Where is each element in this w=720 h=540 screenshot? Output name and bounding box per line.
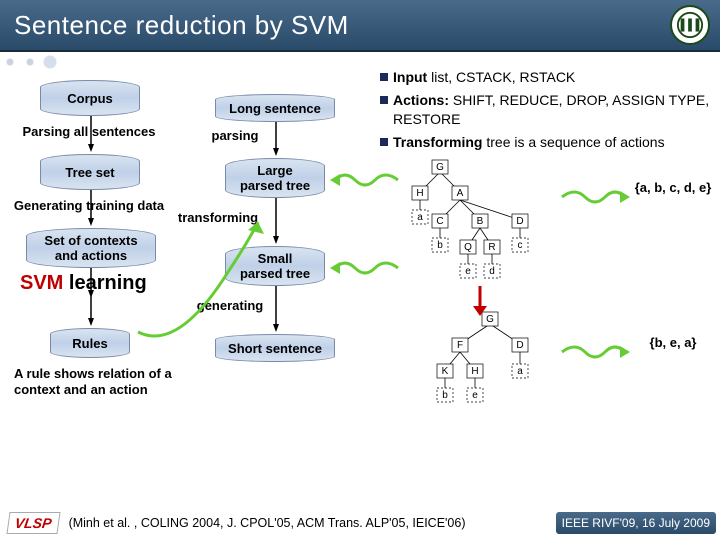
page-title: Sentence reduction by SVM	[14, 10, 349, 41]
titlebar: Sentence reduction by SVM	[0, 0, 720, 52]
node-tree-set: Tree set	[40, 154, 140, 190]
svg-text:e: e	[472, 390, 478, 401]
bullet-actions: Actions: SHIFT, REDUCE, DROP, ASSIGN TYP…	[380, 91, 710, 129]
arrow-down-icon	[273, 286, 279, 337]
institution-logo-icon	[670, 5, 710, 45]
svg-text:d: d	[489, 266, 495, 277]
svg-text:B: B	[477, 216, 484, 227]
label-parsing: parsing	[205, 128, 265, 144]
svg-text:D: D	[516, 340, 523, 351]
arrow-down-icon	[88, 296, 94, 331]
svg-text:K: K	[442, 366, 449, 377]
svg-text:G: G	[436, 162, 444, 173]
bullet-icon	[380, 138, 388, 146]
node-long-sentence: Long sentence	[215, 94, 335, 122]
arrow-down-icon	[273, 122, 279, 161]
svg-text:a: a	[517, 366, 523, 377]
set-a: {a, b, c, d, e}	[628, 180, 718, 196]
svg-text:F: F	[457, 340, 463, 351]
footer: VLSP (Minh et al. , COLING 2004, J. CPOL…	[0, 506, 720, 540]
vlsp-logo: VLSP	[6, 512, 60, 534]
label-svm-red: SVM	[20, 272, 63, 294]
bullet-icon	[380, 96, 388, 104]
conference-badge: IEEE RIVF'09, 16 July 2009	[556, 512, 716, 534]
svg-text:D: D	[516, 216, 523, 227]
label-rule-note: A rule shows relation of a context and a…	[14, 366, 214, 397]
citation-text: (Minh et al. , COLING 2004, J. CPOL'05, …	[69, 516, 466, 530]
svg-text:c: c	[518, 240, 523, 251]
arrow-down-icon	[273, 198, 279, 249]
wavy-arrow-right-icon	[560, 187, 630, 212]
svg-text:R: R	[488, 242, 495, 253]
label-parsing-all: Parsing all sentences	[4, 124, 174, 140]
bullet-transform: Transforming tree is a sequence of actio…	[380, 133, 710, 152]
svg-text:H: H	[471, 366, 478, 377]
svg-text:C: C	[436, 216, 443, 227]
bullet-actions-head: Actions:	[393, 92, 449, 108]
set-b: {b, e, a}	[628, 335, 718, 351]
wavy-arrow-right-icon	[560, 342, 630, 367]
diagram-content: Input list, CSTACK, RSTACK Actions: SHIF…	[0, 62, 720, 506]
arrow-down-red-icon	[470, 286, 490, 321]
bullet-list: Input list, CSTACK, RSTACK Actions: SHIF…	[380, 68, 710, 156]
bullet-input-tail: list, CSTACK, RSTACK	[427, 69, 575, 85]
bullet-input-head: Input	[393, 69, 427, 85]
curve-arrow-icon	[128, 212, 268, 347]
node-large-tree: Large parsed tree	[225, 158, 325, 198]
bullet-input: Input list, CSTACK, RSTACK	[380, 68, 710, 87]
bullet-transform-head: Transforming	[393, 134, 482, 150]
node-corpus: Corpus	[40, 80, 140, 116]
svg-text:H: H	[416, 188, 423, 199]
tree-large: G H A a C B D b Q R c e d	[400, 158, 570, 303]
bullet-icon	[380, 73, 388, 81]
svg-text:b: b	[437, 240, 443, 251]
svg-text:A: A	[457, 188, 464, 199]
svg-text:b: b	[442, 390, 448, 401]
svg-text:a: a	[417, 212, 423, 223]
wavy-arrow-left-icon	[330, 170, 400, 195]
tree-small: G F D K H a b e	[420, 310, 570, 411]
wavy-arrow-left-icon	[330, 258, 400, 283]
node-rules: Rules	[50, 328, 130, 358]
bullet-transform-tail: tree is a sequence of actions	[482, 134, 664, 150]
svg-text:e: e	[465, 266, 471, 277]
svg-text:Q: Q	[464, 242, 472, 253]
